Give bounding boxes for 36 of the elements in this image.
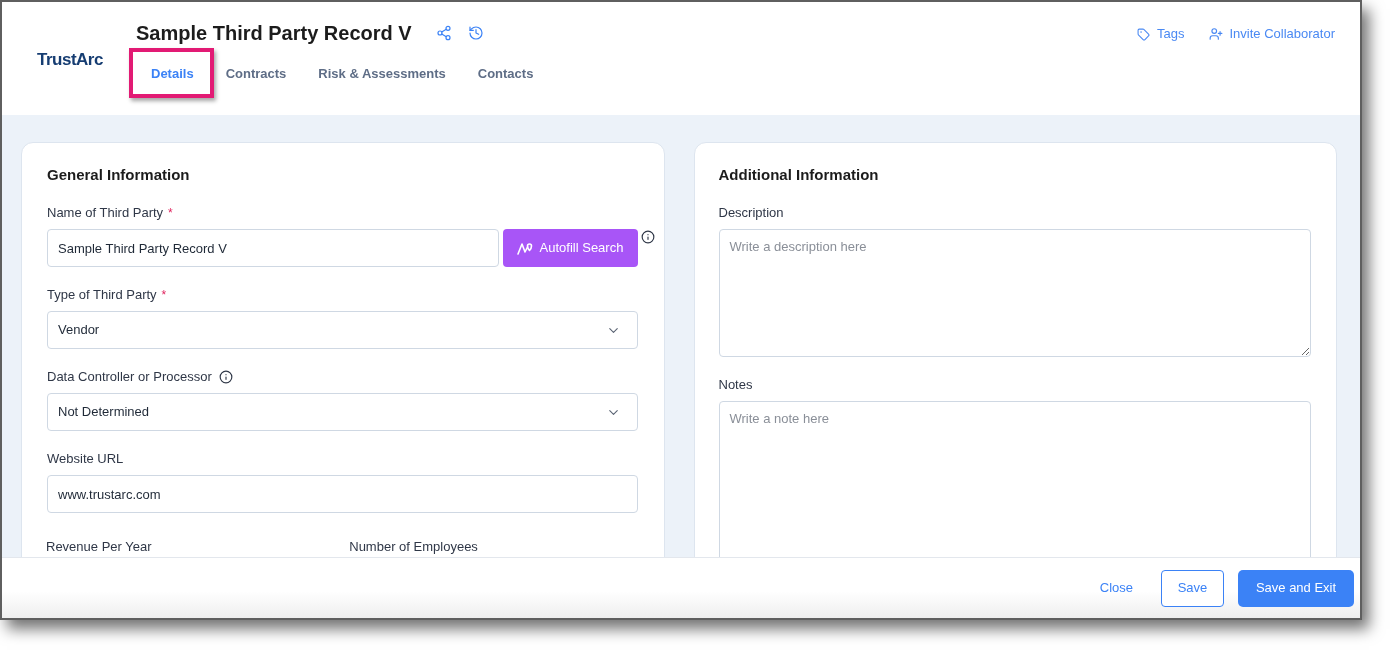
field-label: Website URL: [47, 450, 124, 468]
required-mark: *: [161, 287, 167, 304]
page-title: Sample Third Party Record V: [136, 21, 412, 46]
user-plus-icon: [1208, 27, 1223, 41]
required-mark: *: [168, 205, 173, 222]
autofill-search-button[interactable]: Autofill Search: [502, 229, 638, 267]
save-button[interactable]: Save: [1161, 569, 1224, 607]
text-input[interactable]: Sample Third Party Record V: [47, 229, 499, 267]
field-label: Data Controller or Processor: [47, 368, 212, 386]
field-label: Revenue Per Year: [46, 538, 153, 556]
text-area[interactable]: Write a description here: [718, 229, 1311, 357]
info-icon[interactable]: [640, 230, 655, 244]
logo: TrustArc: [37, 50, 104, 70]
tag-icon: [1137, 27, 1151, 41]
tab[interactable]: Details: [135, 53, 210, 95]
save-and-exit-button[interactable]: Save and Exit: [1238, 569, 1354, 607]
section-title: Additional Information: [718, 165, 880, 185]
dropdown[interactable]: Not Determined: [47, 393, 638, 431]
tab[interactable]: Risk & Assessments: [302, 53, 462, 95]
tab[interactable]: Contracts: [209, 53, 303, 95]
info-icon[interactable]: [218, 370, 233, 384]
dropdown[interactable]: Vendor: [47, 311, 638, 349]
field-label: Number of Employees: [349, 538, 479, 556]
route-pin-icon: [516, 241, 533, 255]
tab[interactable]: Contacts: [461, 53, 550, 95]
field-label: Description: [718, 204, 784, 222]
field-label: Type of Third Party: [47, 286, 157, 304]
tags-link[interactable]: Tags: [1137, 25, 1185, 43]
share-icon[interactable]: [435, 25, 452, 41]
invite-link[interactable]: Invite Collaborator: [1208, 25, 1335, 43]
field-label: Name of Third Party: [47, 204, 164, 222]
text-input[interactable]: www.trustarc.com: [47, 475, 638, 513]
history-icon[interactable]: [467, 25, 484, 41]
field-label: Notes: [718, 376, 753, 394]
section-title: General Information: [47, 165, 191, 185]
close-link[interactable]: Close: [1085, 569, 1147, 607]
